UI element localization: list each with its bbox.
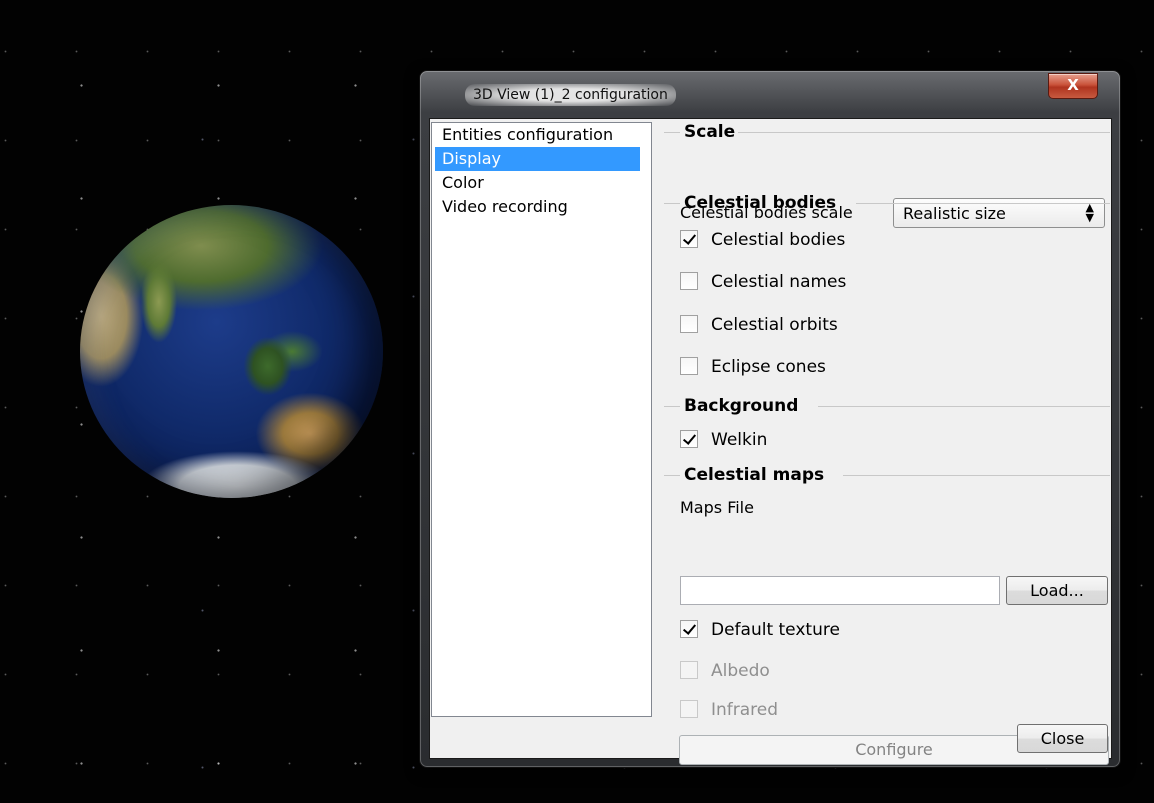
load-button[interactable]: Load... bbox=[1006, 576, 1108, 605]
window-close-icon[interactable]: X bbox=[1048, 73, 1098, 99]
group-divider bbox=[664, 132, 680, 133]
background-group-title: Background bbox=[684, 396, 799, 416]
configuration-dialog: 3D View (1)_2 configuration X Entities c… bbox=[419, 70, 1121, 768]
celestial-orbits-label: Celestial orbits bbox=[711, 315, 838, 335]
earth-globe bbox=[80, 205, 383, 498]
eclipse-cones-checkbox[interactable] bbox=[680, 357, 698, 375]
infrared-label: Infrared bbox=[711, 700, 779, 720]
albedo-checkbox[interactable] bbox=[680, 661, 698, 679]
group-divider bbox=[843, 475, 1110, 476]
maps-file-label: Maps File bbox=[680, 498, 754, 517]
default-texture-checkbox[interactable] bbox=[680, 620, 698, 638]
celestial-bodies-group-title: Celestial bodies bbox=[684, 193, 837, 213]
celestial-names-label: Celestial names bbox=[711, 272, 847, 292]
group-divider bbox=[664, 203, 680, 204]
nav-item-color[interactable]: Color bbox=[432, 171, 651, 195]
group-divider bbox=[856, 203, 1110, 204]
group-divider bbox=[664, 406, 680, 407]
default-texture-label: Default texture bbox=[711, 620, 840, 640]
celestial-maps-group-title: Celestial maps bbox=[684, 465, 825, 485]
close-button[interactable]: Close bbox=[1017, 724, 1108, 753]
celestial-names-checkbox[interactable] bbox=[680, 272, 698, 290]
dialog-body: Entities configuration Display Color Vid… bbox=[429, 118, 1112, 765]
celestial-bodies-label: Celestial bodies bbox=[711, 230, 846, 250]
scale-group-title: Scale bbox=[684, 122, 736, 142]
albedo-label: Albedo bbox=[711, 661, 770, 681]
category-list: Entities configuration Display Color Vid… bbox=[431, 122, 652, 717]
celestial-maps-group-header: Celestial maps bbox=[658, 464, 1110, 486]
group-divider bbox=[738, 132, 1110, 133]
nav-item-display[interactable]: Display bbox=[435, 147, 640, 171]
welkin-checkbox[interactable] bbox=[680, 430, 698, 448]
infrared-checkbox[interactable] bbox=[680, 700, 698, 718]
scale-group-header: Scale bbox=[658, 121, 1110, 143]
nav-item-video-recording[interactable]: Video recording bbox=[432, 195, 651, 219]
celestial-orbits-checkbox[interactable] bbox=[680, 315, 698, 333]
group-divider bbox=[818, 406, 1110, 407]
celestial-bodies-group-header: Celestial bodies bbox=[658, 192, 1110, 214]
nav-item-entities-configuration[interactable]: Entities configuration bbox=[432, 123, 651, 147]
eclipse-cones-label: Eclipse cones bbox=[711, 357, 826, 377]
celestial-bodies-checkbox[interactable] bbox=[680, 230, 698, 248]
background-group-header: Background bbox=[658, 395, 1110, 417]
maps-file-input[interactable] bbox=[680, 576, 1000, 605]
welkin-label: Welkin bbox=[711, 430, 768, 450]
group-divider bbox=[664, 475, 680, 476]
window-title: 3D View (1)_2 configuration bbox=[465, 84, 676, 106]
